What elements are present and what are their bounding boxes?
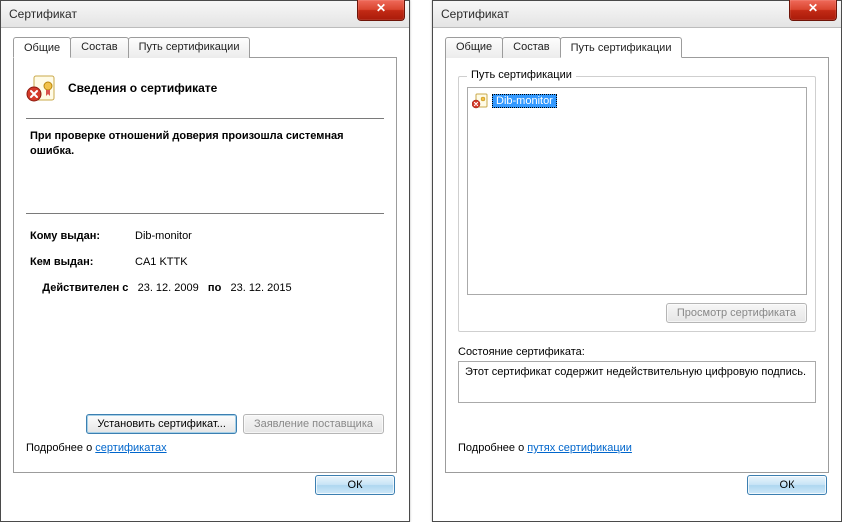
cert-info-heading: Сведения о сертификате [68, 81, 217, 95]
tab-general[interactable]: Общие [13, 37, 71, 58]
install-certificate-button[interactable]: Установить сертификат... [86, 414, 237, 434]
tab-strip: Общие Состав Путь сертификации [13, 36, 397, 57]
separator [26, 213, 384, 214]
tab-details[interactable]: Состав [70, 37, 128, 58]
tab-cert-path[interactable]: Путь сертификации [128, 37, 251, 58]
learn-more-link[interactable]: путях сертификации [527, 442, 632, 454]
titlebar[interactable]: Сертификат ✕ [1, 1, 409, 28]
ok-button[interactable]: ОК [747, 475, 827, 495]
window-title: Сертификат [441, 7, 509, 21]
tab-page-general: Сведения о сертификате При проверке отно… [13, 57, 397, 473]
separator [26, 118, 384, 119]
close-button[interactable]: ✕ [789, 0, 837, 21]
issuer-statement-button: Заявление поставщика [243, 414, 384, 434]
cert-status-text: Этот сертификат содержит недействительну… [458, 361, 816, 403]
tab-general[interactable]: Общие [445, 37, 503, 58]
ok-button[interactable]: ОК [315, 475, 395, 495]
close-icon: ✕ [808, 1, 818, 15]
issued-to-label: Кому выдан: [30, 230, 135, 242]
learn-more-link[interactable]: сертификатах [95, 442, 166, 454]
cert-path-group-title: Путь сертификации [467, 69, 576, 81]
window-title: Сертификат [9, 7, 77, 21]
tree-item-label: Dib-monitor [492, 94, 557, 108]
tab-details[interactable]: Состав [502, 37, 560, 58]
issued-to-value: Dib-monitor [135, 230, 192, 242]
tree-item[interactable]: Dib-monitor [472, 92, 802, 110]
issued-by-label: Кем выдан: [30, 256, 135, 268]
certificate-window-general: Сертификат ✕ Общие Состав Путь сертифика… [0, 0, 410, 522]
learn-more-row: Подробнее о путях сертификации [458, 442, 816, 454]
tab-cert-path[interactable]: Путь сертификации [560, 37, 683, 58]
titlebar[interactable]: Сертификат ✕ [433, 1, 841, 28]
close-button[interactable]: ✕ [357, 0, 405, 21]
tab-strip: Общие Состав Путь сертификации [445, 36, 829, 57]
cert-error-message: При проверке отношений доверия произошла… [26, 129, 384, 209]
learn-more-row: Подробнее о сертификатах [26, 442, 384, 454]
certificate-error-icon [26, 72, 58, 104]
cert-status-label: Состояние сертификата: [458, 346, 816, 358]
certificate-error-icon [472, 93, 488, 109]
validity-row: Действителен с 23. 12. 2009 по 23. 12. 2… [26, 282, 384, 294]
certificate-window-path: Сертификат ✕ Общие Состав Путь сертифика… [432, 0, 842, 522]
cert-path-group: Путь сертификации Dib- [458, 76, 816, 332]
tab-page-path: Путь сертификации Dib- [445, 57, 829, 473]
cert-path-tree[interactable]: Dib-monitor [467, 87, 807, 295]
view-certificate-button: Просмотр сертификата [666, 303, 807, 323]
issued-by-value: CA1 KTTK [135, 256, 188, 268]
close-icon: ✕ [376, 1, 386, 15]
